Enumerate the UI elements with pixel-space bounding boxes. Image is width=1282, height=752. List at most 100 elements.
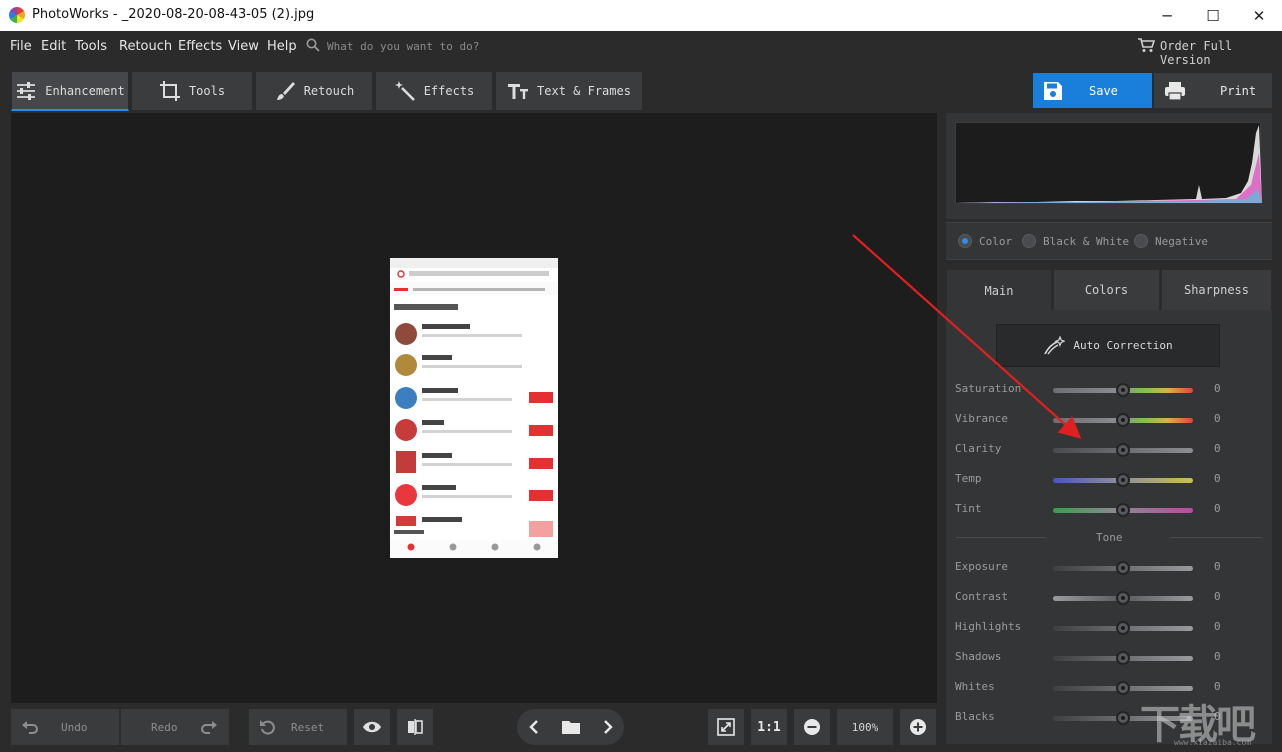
- image-canvas[interactable]: [11, 113, 937, 703]
- saturation-slider-handle[interactable]: [1116, 383, 1130, 397]
- preview-toggle-button[interactable]: [354, 709, 390, 745]
- highlights-value: 0: [1214, 620, 1221, 633]
- tint-slider-handle[interactable]: [1116, 503, 1130, 517]
- radio-negative-label: Negative: [1155, 235, 1208, 248]
- auto-correction-label: Auto Correction: [1073, 339, 1173, 352]
- exposure-slider-handle[interactable]: [1116, 561, 1130, 575]
- menu-retouch[interactable]: Retouch: [119, 39, 172, 54]
- histogram-chart: [956, 125, 1262, 203]
- vibrance-slider-handle[interactable]: [1116, 413, 1130, 427]
- tab-tools[interactable]: Tools: [131, 71, 253, 111]
- clarity-value: 0: [1214, 442, 1221, 455]
- tab-enhancement[interactable]: Enhancement: [11, 71, 129, 111]
- navigation-group: [517, 709, 624, 745]
- watermark-url: www.xiazaiba.com: [1174, 738, 1252, 747]
- clarity-slider-handle[interactable]: [1116, 443, 1130, 457]
- undo-button[interactable]: Undo: [11, 709, 119, 745]
- menu-help[interactable]: Help: [267, 39, 297, 54]
- author-row: [395, 323, 522, 345]
- menu-view[interactable]: View: [228, 39, 259, 54]
- temp-label: Temp: [955, 472, 982, 485]
- search-icon: [306, 38, 320, 52]
- tab-retouch[interactable]: Retouch: [255, 71, 373, 111]
- previous-icon[interactable]: [526, 718, 544, 736]
- reset-label: Reset: [291, 720, 325, 734]
- radio-color-label: Color: [979, 235, 1013, 248]
- crop-icon: [159, 81, 180, 101]
- save-button[interactable]: Save: [1033, 73, 1152, 108]
- blacks-slider-handle[interactable]: [1116, 711, 1130, 725]
- highlights-slider-handle[interactable]: [1116, 621, 1130, 635]
- next-icon[interactable]: [598, 718, 616, 736]
- temp-slider-handle[interactable]: [1116, 473, 1130, 487]
- compare-button[interactable]: [397, 709, 433, 745]
- tab-retouch-label: Retouch: [303, 84, 355, 98]
- radio-black-white-label: Black & White: [1043, 235, 1130, 248]
- order-full-version-link[interactable]: Order Full Version: [1160, 39, 1282, 67]
- author-row: [395, 484, 553, 506]
- zoom-in-icon: [910, 719, 926, 735]
- adjustments-panel: [946, 310, 1272, 744]
- photo-preview: [390, 258, 558, 558]
- zoom-level[interactable]: 100%: [837, 709, 893, 745]
- close-button[interactable]: ✕: [1236, 0, 1282, 31]
- tab-tools-label: Tools: [188, 84, 226, 98]
- exposure-value: 0: [1214, 560, 1221, 573]
- tab-enhancement-label: Enhancement: [45, 83, 125, 98]
- tone-divider-right: [1170, 537, 1262, 538]
- saturation-value: 0: [1214, 382, 1221, 395]
- fit-screen-icon: [717, 718, 735, 736]
- vibrance-value: 0: [1214, 412, 1221, 425]
- shadows-slider-handle[interactable]: [1116, 651, 1130, 665]
- print-button-label: Print: [1220, 83, 1257, 98]
- folder-icon[interactable]: [561, 718, 581, 736]
- tab-text-frames[interactable]: Text & Frames: [495, 71, 643, 111]
- zoom-out-button[interactable]: [794, 709, 830, 745]
- panel-tab-main-active[interactable]: Main: [946, 269, 1052, 311]
- tone-divider-left: [956, 537, 1046, 538]
- zoom-in-button[interactable]: [900, 709, 936, 745]
- photo-content: [390, 258, 558, 558]
- redo-icon: [200, 721, 217, 734]
- saturation-label: Saturation: [955, 382, 1022, 395]
- maximize-button[interactable]: ☐: [1190, 0, 1236, 31]
- menu-edit[interactable]: Edit: [41, 39, 66, 54]
- panel-tab-colors[interactable]: Colors: [1053, 269, 1160, 311]
- tab-effects[interactable]: Effects: [375, 71, 493, 111]
- shadows-value: 0: [1214, 650, 1221, 663]
- reset-icon: [260, 720, 275, 735]
- zoom-actual-size-button[interactable]: 1:1: [751, 709, 787, 745]
- author-row: [395, 419, 553, 441]
- print-button[interactable]: Print: [1154, 73, 1272, 108]
- menu-file[interactable]: File: [10, 39, 32, 54]
- panel-tab-sharpness[interactable]: Sharpness: [1161, 269, 1272, 311]
- menu-tools[interactable]: Tools: [75, 39, 107, 54]
- radio-negative[interactable]: [1134, 234, 1148, 248]
- panel-scrollbar[interactable]: [1272, 113, 1282, 752]
- menu-effects[interactable]: Effects: [178, 39, 222, 54]
- save-button-label: Save: [1089, 83, 1118, 98]
- whites-slider-handle[interactable]: [1116, 681, 1130, 695]
- radio-color[interactable]: [958, 234, 972, 248]
- exposure-label: Exposure: [955, 560, 1008, 573]
- auto-correction-button[interactable]: Auto Correction: [996, 324, 1220, 367]
- search-input[interactable]: What do you want to do?: [327, 40, 479, 53]
- zoom-out-icon: [804, 719, 820, 735]
- whites-label: Whites: [955, 680, 995, 693]
- sliders-icon: [17, 81, 36, 100]
- save-icon: [1044, 81, 1062, 100]
- author-row: [396, 451, 553, 473]
- contrast-slider-handle[interactable]: [1116, 591, 1130, 605]
- radio-black-white[interactable]: [1022, 234, 1036, 248]
- magic-wand-icon: [394, 81, 415, 101]
- fit-to-screen-button[interactable]: [708, 709, 744, 745]
- shadows-label: Shadows: [955, 650, 1002, 663]
- vibrance-label: Vibrance: [955, 412, 1008, 425]
- minimize-button[interactable]: ─: [1144, 0, 1190, 31]
- redo-button[interactable]: Redo: [121, 709, 229, 745]
- author-row: [395, 387, 553, 409]
- tab-text-frames-label: Text & Frames: [537, 84, 631, 98]
- eye-icon: [363, 721, 381, 733]
- sparkle-icon: [1044, 335, 1066, 354]
- reset-button[interactable]: Reset: [249, 709, 347, 745]
